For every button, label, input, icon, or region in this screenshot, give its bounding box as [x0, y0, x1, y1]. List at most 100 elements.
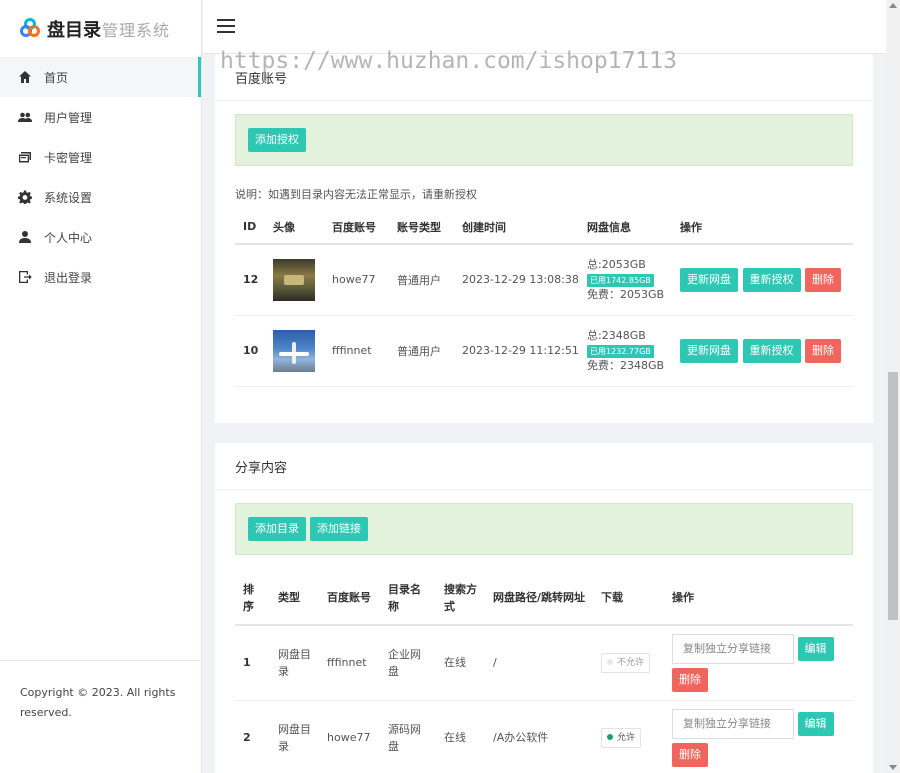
table-row: 10 fffinnet 普通用户 2023-12-29 11:12:51 总:2… [235, 315, 853, 387]
accounts-table: ID 头像 百度账号 账号类型 创建时间 网盘信息 操作 12 howe77 普… [235, 210, 853, 387]
table-row: 1 网盘目录 fffinnet 企业网盘 在线 / 不允许 复制独立分享链接 编… [235, 625, 853, 701]
download-toggle[interactable]: 允许 [601, 727, 642, 748]
sidebar: 盘目录 管理系统 首页 用户管理 卡密管理 系统设置 个人中心 退出登录 Cop… [0, 0, 202, 773]
delete-button[interactable]: 删除 [672, 667, 708, 692]
created-time: 2023-12-29 13:08:38 [454, 244, 579, 316]
row-actions: 更新网盘 重新授权 删除 [672, 244, 853, 316]
sidebar-item-label: 个人中心 [44, 230, 93, 245]
avatar-cell [265, 315, 324, 387]
scroll-up-icon[interactable] [889, 3, 897, 8]
disk-used-badge: 已用1742.85GB [587, 274, 654, 288]
account-type: 普通用户 [389, 244, 454, 316]
share-type: 网盘目录 [270, 625, 319, 701]
delete-button[interactable]: 删除 [805, 267, 841, 292]
sidebar-item-label: 退出登录 [44, 270, 93, 285]
row-actions: 更新网盘 重新授权 删除 [672, 315, 853, 387]
user-icon [18, 230, 32, 244]
table-header-row: ID 头像 百度账号 账号类型 创建时间 网盘信息 操作 [235, 210, 853, 245]
download-status: 不允许 [617, 657, 645, 668]
share-account: howe77 [319, 700, 380, 773]
account-id: 10 [235, 315, 265, 387]
column-header: 百度账号 [324, 210, 389, 245]
disk-info: 总:2348GB 已用1232.77GB 免费：2348GB [579, 315, 672, 387]
share-search-mode: 在线 [436, 625, 485, 701]
sidebar-item-settings[interactable]: 系统设置 [0, 177, 201, 217]
column-header: 网盘路径/跳转网址 [485, 571, 593, 626]
account-name: howe77 [324, 244, 389, 316]
created-time: 2023-12-29 11:12:51 [454, 315, 579, 387]
sidebar-item-home[interactable]: 首页 [0, 57, 201, 97]
copy-share-link-input[interactable]: 复制独立分享链接 [672, 633, 794, 664]
copy-share-link-input[interactable]: 复制独立分享链接 [672, 708, 794, 739]
disk-total: 总:2053GB [587, 258, 646, 272]
shares-toolbar: 添加目录 添加链接 [235, 503, 853, 555]
disk-used-badge: 已用1232.77GB [587, 345, 654, 358]
sidebar-item-label: 首页 [44, 70, 69, 85]
account-id: 12 [235, 244, 265, 316]
baidu-accounts-card: 百度账号 添加授权 说明：如遇到目录内容无法正常显示，请重新授权 ID 头像 百… [215, 54, 873, 423]
share-account: fffinnet [319, 625, 380, 701]
edit-button[interactable]: 编辑 [797, 711, 834, 736]
disk-free: 免费：2053GB [587, 288, 665, 302]
column-header: 百度账号 [319, 571, 380, 626]
card-title: 分享内容 [215, 443, 873, 490]
refresh-disk-button[interactable]: 更新网盘 [680, 338, 738, 363]
disk-total: 总:2348GB [587, 329, 646, 342]
add-directory-button[interactable]: 添加目录 [248, 517, 306, 541]
sidebar-item-label: 卡密管理 [44, 150, 93, 165]
download-toggle[interactable]: 不允许 [601, 652, 651, 673]
column-header: 创建时间 [454, 210, 579, 245]
disk-free: 免费：2348GB [587, 359, 665, 372]
sidebar-item-profile[interactable]: 个人中心 [0, 217, 201, 257]
hamburger-icon[interactable] [217, 19, 235, 33]
sidebar-item-users[interactable]: 用户管理 [0, 97, 201, 137]
add-auth-button[interactable]: 添加授权 [248, 128, 306, 152]
account-name: fffinnet [324, 315, 389, 387]
reauth-button[interactable]: 重新授权 [742, 338, 801, 363]
column-header: 类型 [270, 571, 319, 626]
sidebar-item-cards[interactable]: 卡密管理 [0, 137, 201, 177]
table-row: 12 howe77 普通用户 2023-12-29 13:08:38 总:205… [235, 244, 853, 316]
delete-button[interactable]: 删除 [672, 742, 708, 767]
share-name: 企业网盘 [380, 625, 436, 701]
status-dot-icon [607, 734, 613, 740]
sidebar-nav: 首页 用户管理 卡密管理 系统设置 个人中心 退出登录 [0, 57, 201, 297]
watermark: https://www.huzhan.com/ishop17113 [220, 48, 677, 74]
share-order: 2 [235, 700, 270, 773]
scrollbar-thumb[interactable] [888, 372, 898, 620]
brand-subtitle: 管理系统 [102, 20, 171, 40]
gear-icon [18, 190, 32, 204]
shared-content-card: 分享内容 添加目录 添加链接 排序 类型 百度账号 目录名称 搜索方式 网盘路径… [215, 443, 873, 773]
share-name: 源码网盘 [380, 700, 436, 773]
download-status: 允许 [617, 732, 636, 743]
logout-icon [18, 270, 32, 284]
share-path: /A办公软件 [485, 700, 593, 773]
refresh-disk-button[interactable]: 更新网盘 [680, 267, 738, 292]
row-actions: 复制独立分享链接 编辑 删除 [664, 625, 853, 701]
brand-name: 盘目录 [47, 19, 101, 41]
delete-button[interactable]: 删除 [805, 338, 841, 363]
column-header: 下载 [593, 571, 664, 626]
column-header: ID [235, 210, 265, 245]
edit-button[interactable]: 编辑 [797, 636, 834, 661]
account-type: 普通用户 [389, 315, 454, 387]
column-header: 操作 [672, 210, 853, 245]
sidebar-item-logout[interactable]: 退出登录 [0, 257, 201, 297]
scroll-down-icon[interactable] [889, 765, 897, 770]
status-dot-icon [607, 659, 613, 666]
table-header-row: 排序 类型 百度账号 目录名称 搜索方式 网盘路径/跳转网址 下载 操作 [235, 571, 853, 626]
shares-table: 排序 类型 百度账号 目录名称 搜索方式 网盘路径/跳转网址 下载 操作 1 网… [235, 571, 853, 773]
table-row: 2 网盘目录 howe77 源码网盘 在线 /A办公软件 允许 复制独立分享链接… [235, 700, 853, 773]
top-header [203, 0, 886, 54]
column-header: 账号类型 [389, 210, 454, 245]
add-link-button[interactable]: 添加链接 [310, 517, 368, 541]
brand[interactable]: 盘目录 管理系统 [0, 0, 201, 57]
avatar-cell [265, 244, 324, 316]
reauth-button[interactable]: 重新授权 [742, 267, 801, 292]
column-header: 搜索方式 [436, 571, 485, 626]
avatar [273, 258, 315, 301]
users-icon [18, 110, 32, 124]
share-type: 网盘目录 [270, 700, 319, 773]
page-scrollbar[interactable] [886, 0, 900, 773]
share-path: / [485, 625, 593, 701]
